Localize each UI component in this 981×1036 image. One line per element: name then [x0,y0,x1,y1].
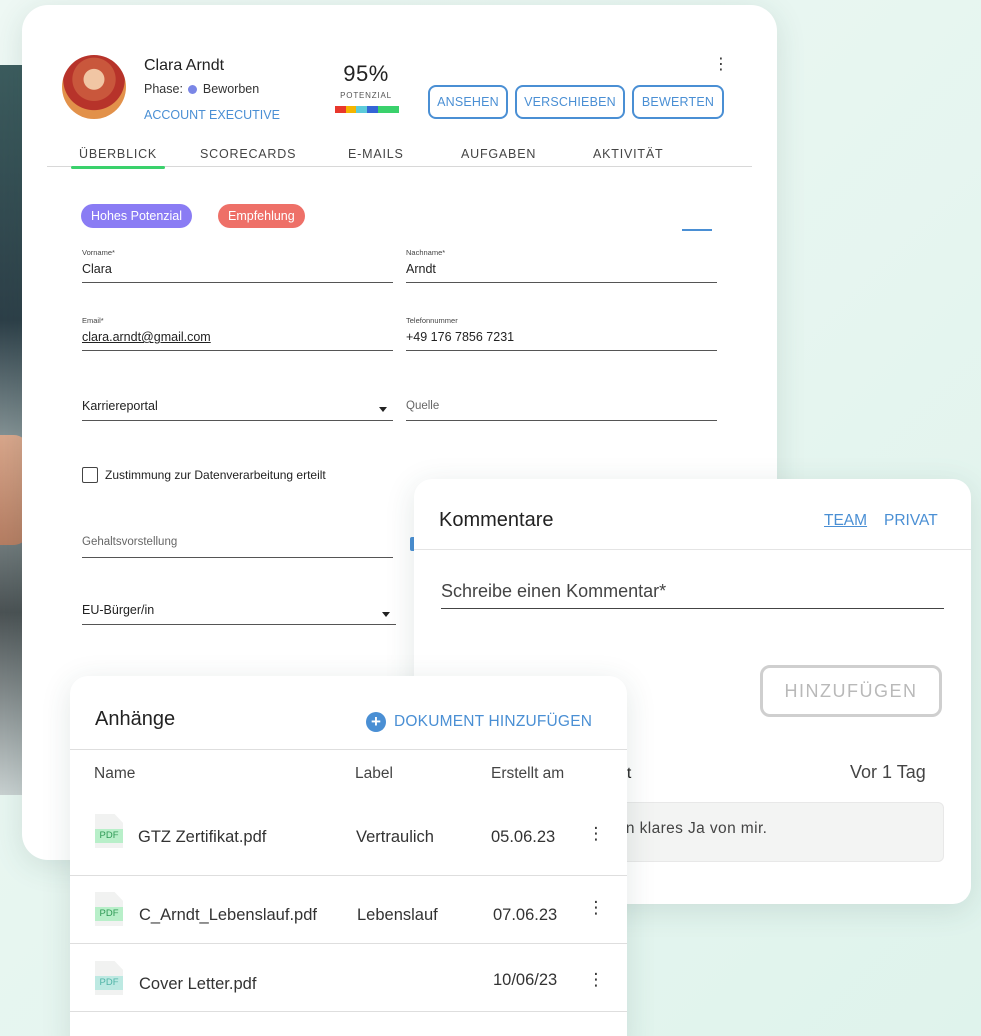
file-date: 05.06.23 [491,828,556,846]
row-divider [70,1011,627,1012]
divider [70,749,627,750]
row-options-icon[interactable]: ⋮ [588,896,605,920]
source-field[interactable]: Quelle [406,395,717,421]
file-name[interactable]: C_Arndt_Lebenslauf.pdf [139,906,317,925]
tab-bar: ÜBERBLICK SCORECARDS E-MAILS AUFGABEN AK… [47,147,752,169]
email-field[interactable]: Email* clara.arndt@gmail.com [82,316,393,351]
plus-circle-icon[interactable]: + [366,712,386,732]
first-name-label: Vorname* [82,248,115,257]
attachments-card: Anhänge + DOKUMENT HINZUFÜGEN Name Label… [70,676,627,1036]
tab-overview[interactable]: ÜBERBLICK [70,147,166,169]
potential-bar-segment [377,106,389,113]
view-button[interactable]: ANSEHEN [428,85,508,119]
tag-high-potential[interactable]: Hohes Potenzial [81,204,193,228]
comments-title: Kommentare [439,509,554,531]
potential-bar [335,106,400,113]
email-value: clara.arndt@gmail.com [82,330,211,344]
citizenship-value: EU-Bürger/in [82,603,155,617]
file-label: Lebenslauf [357,906,438,924]
phone-value: +49 176 7856 7231 [406,330,515,344]
avatar [62,55,126,119]
phone-field[interactable]: Telefonnummer +49 176 7856 7231 [406,316,717,351]
potential-bar-segment [388,106,400,113]
consent-checkbox[interactable] [82,467,98,483]
source-type-select[interactable]: Karriereportal [82,395,393,421]
salary-field[interactable]: Gehaltsvorstellung [82,533,393,558]
tag-referral[interactable]: Empfehlung [218,204,305,228]
column-header-name[interactable]: Name [94,765,135,783]
file-type-label: PDF [95,907,123,921]
tab-scorecards[interactable]: SCORECARDS [200,147,296,167]
citizenship-select[interactable]: EU-Bürger/in [82,600,396,625]
tab-tasks[interactable]: AUFGABEN [461,147,536,167]
potential-percentage: 95% [343,61,389,86]
row-divider [70,943,627,944]
last-name-value: Arndt [406,262,436,276]
pdf-file-icon: PDF [95,814,123,848]
move-button[interactable]: VERSCHIEBEN [515,85,625,119]
add-document-button[interactable]: DOKUMENT HINZUFÜGEN [394,713,592,731]
salary-placeholder: Gehaltsvorstellung [82,536,178,548]
tab-private[interactable]: PRIVAT [884,512,938,530]
source-type-value: Karriereportal [82,399,158,413]
candidate-role: ACCOUNT EXECUTIVE [144,108,280,122]
tab-team[interactable]: TEAM [824,512,867,530]
phase-dot-icon [188,85,198,94]
tab-activity[interactable]: AKTIVITÄT [593,147,663,167]
rate-button[interactable]: BEWERTEN [632,85,724,119]
phone-label: Telefonnummer [406,316,458,325]
potential-bar-segment [335,106,346,113]
phase-label: Phase: [144,82,183,96]
row-options-icon[interactable]: ⋮ [588,822,605,846]
add-comment-button[interactable]: HINZUFÜGEN [760,665,942,717]
pdf-file-icon: PDF [95,961,123,995]
column-header-created[interactable]: Erstellt am [491,765,564,783]
attachments-title: Anhänge [95,708,176,730]
phase-indicator: Phase: Beworben [144,82,259,96]
potential-bar-segment [367,106,378,113]
file-type-label: PDF [95,829,123,843]
source-placeholder: Quelle [406,400,440,412]
file-name[interactable]: GTZ Zertifikat.pdf [138,828,266,847]
comment-text: in klares Ja von mir. [622,820,768,837]
chevron-down-icon [379,407,387,412]
chevron-down-icon [382,612,390,617]
file-date: 10/06/23 [493,971,558,989]
last-name-field[interactable]: Nachname* Arndt [406,248,717,283]
divider [414,549,971,550]
comment-timestamp: Vor 1 Tag [850,762,926,782]
potential-label: POTENZIAL [340,91,392,100]
first-name-value: Clara [82,262,112,276]
column-header-label[interactable]: Label [355,765,393,783]
first-name-field[interactable]: Vorname* Clara [82,248,393,283]
file-type-label: PDF [95,976,123,990]
candidate-name: Clara Arndt [144,57,225,74]
consent-label: Zustimmung zur Datenverarbeitung erteilt [105,468,326,482]
potential-bar-segment [345,106,357,113]
row-divider [70,875,627,876]
row-options-icon[interactable]: ⋮ [588,968,605,992]
phase-value: Beworben [202,82,260,96]
file-date: 07.06.23 [493,906,558,924]
more-options-icon[interactable]: ⋮ [713,53,729,75]
accent-divider [682,229,712,231]
file-label: Vertraulich [356,828,434,846]
file-name[interactable]: Cover Letter.pdf [139,975,256,994]
potential-bar-segment [356,106,368,113]
tab-emails[interactable]: E-MAILS [348,147,404,167]
last-name-label: Nachname* [406,248,446,257]
email-label: Email* [82,316,104,325]
comment-input[interactable]: Schreibe einen Kommentar* [441,579,944,609]
pdf-file-icon: PDF [95,892,123,926]
